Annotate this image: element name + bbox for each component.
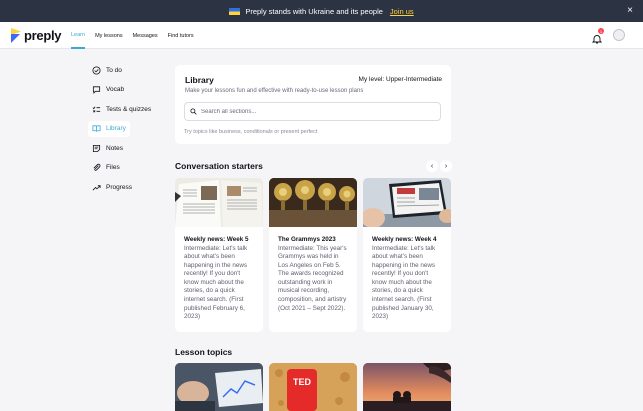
sidebar: To do Vocab Tests & quizzes Library Note… bbox=[88, 62, 172, 199]
library-title: Library bbox=[185, 75, 214, 85]
sidebar-item-label: Notes bbox=[106, 144, 123, 152]
user-avatar[interactable] bbox=[613, 29, 625, 41]
lesson-topics-title: Lesson topics bbox=[175, 347, 233, 357]
banner-close-icon[interactable]: × bbox=[627, 5, 633, 16]
card-title: Weekly news: Week 5 bbox=[184, 236, 249, 243]
carousel-next-button[interactable]: › bbox=[440, 160, 452, 172]
banner-text: Preply stands with Ukraine and its peopl… bbox=[245, 6, 383, 16]
ukraine-flag-icon bbox=[229, 7, 241, 15]
topic-card-business[interactable] bbox=[175, 363, 263, 411]
quiz-icon bbox=[92, 106, 101, 113]
preply-logo-icon bbox=[11, 28, 21, 43]
library-search-hint: Try topics like business, conditionals o… bbox=[184, 129, 318, 135]
newspaper-image bbox=[175, 178, 263, 227]
sidebar-item-label: To do bbox=[106, 66, 122, 74]
sidebar-item-label: Files bbox=[106, 164, 120, 172]
conversation-card[interactable]: Weekly news: Week 4 Intermediate: Let's … bbox=[363, 178, 451, 332]
topic-card-sunset[interactable] bbox=[363, 363, 451, 411]
card-description: Intermediate: This year's Grammys was he… bbox=[278, 244, 347, 312]
chat-bubble-icon bbox=[92, 86, 101, 94]
card-title: The Grammys 2023 bbox=[278, 236, 336, 243]
ukraine-banner: Preply stands with Ukraine and its peopl… bbox=[0, 0, 643, 22]
sidebar-item-label: Vocab bbox=[106, 86, 125, 94]
sidebar-item-vocab[interactable]: Vocab bbox=[88, 82, 172, 98]
sidebar-item-label: Tests & quizzes bbox=[106, 105, 152, 113]
nav-messages[interactable]: Messages bbox=[133, 22, 158, 49]
conversation-card[interactable]: The Grammys 2023 Intermediate: This year… bbox=[269, 178, 357, 332]
top-nav: preply Learn My lessons Messages Find tu… bbox=[0, 22, 643, 49]
sidebar-item-label: Library bbox=[106, 125, 126, 133]
tablet-news-image bbox=[363, 178, 451, 227]
preply-logo[interactable]: preply bbox=[11, 28, 62, 43]
sidebar-item-progress[interactable]: Progress bbox=[88, 180, 172, 196]
chevron-left-icon: ‹ bbox=[430, 162, 434, 170]
logo-text: preply bbox=[24, 28, 62, 43]
bell-icon bbox=[591, 35, 603, 44]
conversation-starters-title: Conversation starters bbox=[175, 161, 263, 171]
nav-find-tutors[interactable]: Find tutors bbox=[168, 22, 194, 49]
ted-logo-text: TED bbox=[293, 377, 312, 387]
card-description: Intermediate: Let's talk about what's be… bbox=[184, 244, 248, 321]
join-us-link[interactable]: Join us bbox=[390, 7, 414, 16]
library-search-input[interactable] bbox=[201, 108, 431, 115]
sidebar-item-files[interactable]: Files bbox=[88, 160, 172, 176]
conversation-card[interactable]: Weekly news: Week 5 Intermediate: Let's … bbox=[175, 178, 263, 332]
sidebar-item-library[interactable]: Library bbox=[88, 120, 130, 137]
sidebar-item-label: Progress bbox=[106, 184, 133, 192]
sidebar-item-to-do[interactable]: To do bbox=[88, 62, 172, 78]
paperclip-icon bbox=[93, 164, 101, 172]
library-search-box[interactable] bbox=[184, 102, 441, 121]
library-card: Library My level: Upper-Intermediate Mak… bbox=[175, 65, 451, 144]
card-title: Weekly news: Week 4 bbox=[372, 236, 437, 243]
carousel-prev-button[interactable]: ‹ bbox=[426, 160, 438, 172]
trend-arrow-icon bbox=[92, 185, 101, 191]
sidebar-item-tests-quizzes[interactable]: Tests & quizzes bbox=[88, 101, 172, 117]
book-icon bbox=[92, 125, 101, 132]
grammy-trophies-image bbox=[269, 178, 357, 227]
chevron-right-icon: › bbox=[444, 162, 448, 170]
sidebar-item-notes[interactable]: Notes bbox=[88, 140, 172, 156]
nav-learn[interactable]: Learn bbox=[71, 22, 86, 49]
search-icon bbox=[190, 108, 197, 115]
my-level-link[interactable]: My level: Upper-Intermediate bbox=[359, 76, 442, 83]
check-circle-icon bbox=[92, 65, 101, 75]
library-subtitle: Make your lessons fun and effective with… bbox=[185, 88, 364, 94]
nav-my-lessons[interactable]: My lessons bbox=[95, 22, 123, 49]
notifications-button[interactable]: 1 bbox=[591, 28, 604, 44]
notification-badge: 1 bbox=[598, 28, 604, 34]
topic-card-ted[interactable]: TED bbox=[269, 363, 357, 411]
notes-icon bbox=[92, 144, 101, 152]
card-description: Intermediate: Let's talk about what's be… bbox=[372, 244, 436, 321]
